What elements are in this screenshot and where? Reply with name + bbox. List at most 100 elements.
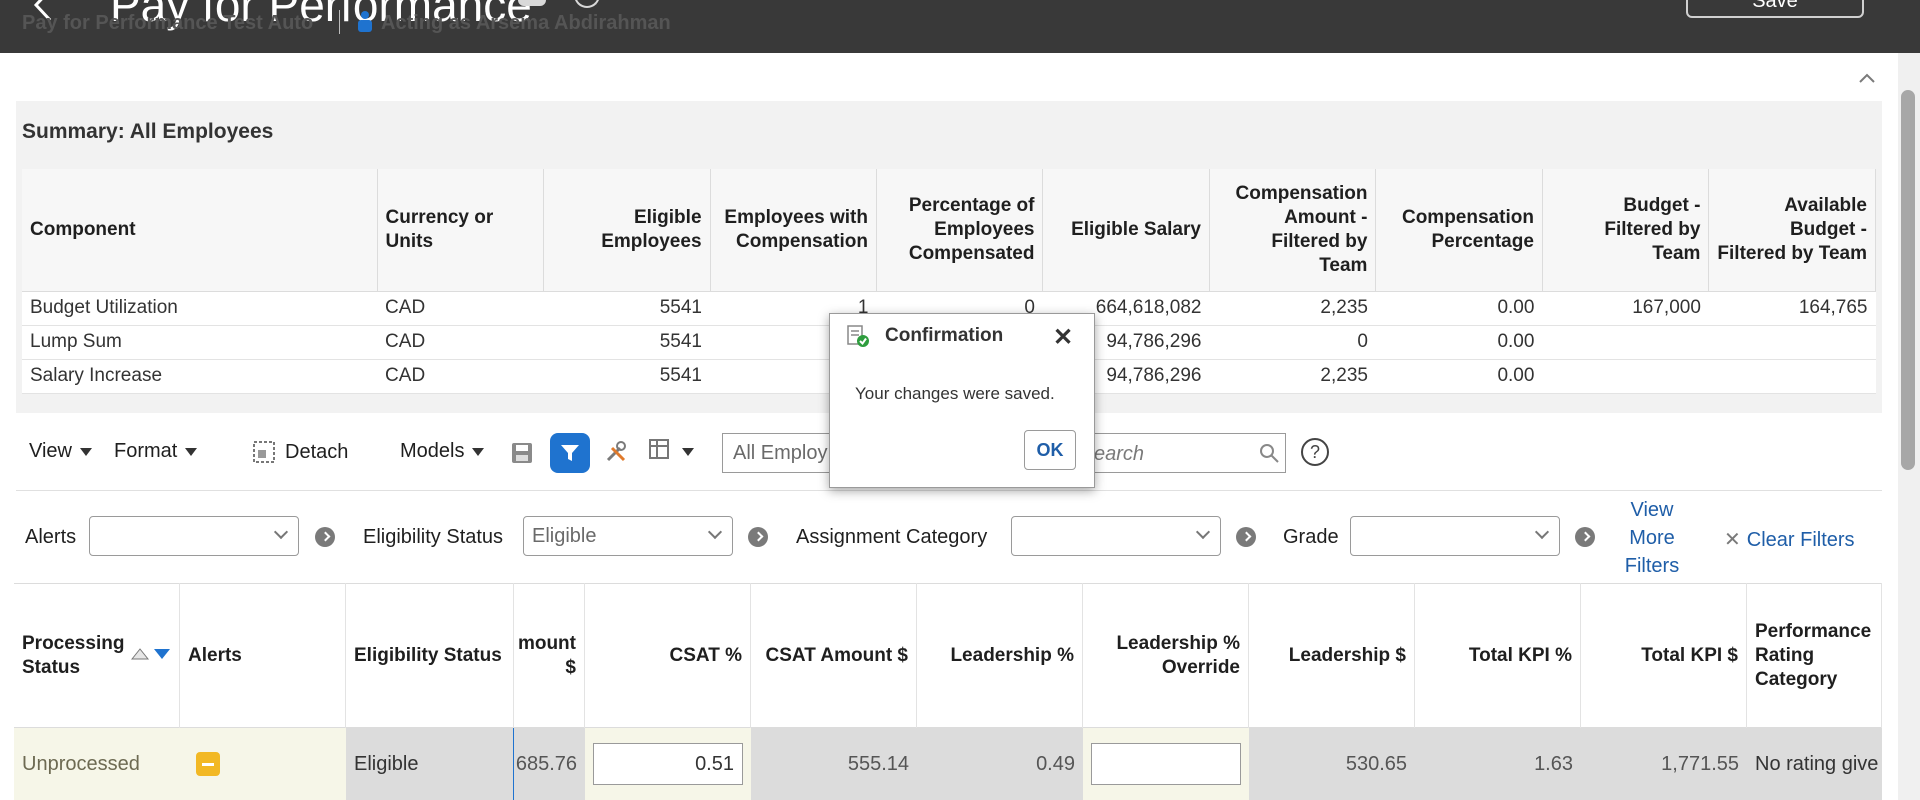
col-comp-amount[interactable]: Compensation Amount - Filtered by Team [1209, 169, 1377, 292]
cell-eligible: 5541 [543, 291, 711, 326]
col-alerts[interactable]: Alerts [180, 583, 346, 728]
format-menu[interactable]: Format [114, 440, 198, 463]
view-more-filters-link[interactable]: View More Filters [1620, 496, 1684, 580]
assignment-filter-select[interactable] [1011, 516, 1221, 556]
dropdown-arrow-icon [80, 447, 92, 456]
chevron-down-icon [273, 524, 289, 540]
col-csat-pct[interactable]: CSAT % [585, 583, 751, 728]
save-button[interactable]: Save [1686, 0, 1864, 18]
col-comp-pct[interactable]: Compensation Percentage [1375, 169, 1543, 292]
col-leadership-amount[interactable]: Leadership $ [1249, 583, 1415, 728]
cell-comp-amount: 2,235 [1209, 291, 1376, 326]
eligibility-filter-select[interactable]: Eligible [523, 516, 733, 556]
clear-filters-label: Clear Filters [1746, 529, 1855, 551]
save-disk-icon[interactable] [510, 441, 534, 465]
cell-currency: CAD [377, 291, 544, 326]
cell-total-kpi-pct: 1.63 [1534, 752, 1573, 775]
close-icon[interactable]: ✕ [1053, 323, 1073, 352]
dialog-title: Confirmation [885, 325, 1004, 346]
apply-alerts-filter-icon[interactable] [315, 527, 335, 547]
cell-available [1708, 325, 1876, 360]
col-performance-rating[interactable]: Performance Rating Category [1747, 583, 1882, 728]
cell-currency: CAD [377, 325, 544, 360]
search-scope-select[interactable]: All Employ [722, 433, 834, 473]
col-eligible-employees[interactable]: Eligible Employees [543, 169, 711, 292]
confirmation-check-icon [847, 325, 869, 347]
eligibility-filter-label: Eligibility Status [363, 526, 504, 548]
col-eligible-salary[interactable]: Eligible Salary [1042, 169, 1210, 292]
detach-icon[interactable] [252, 440, 276, 464]
leadership-override-input[interactable] [1091, 743, 1241, 785]
cell-amount: 685.76 [515, 752, 577, 775]
detach-button[interactable]: Detach [285, 441, 348, 464]
person-icon [358, 11, 372, 32]
cell-leadership-amount: 530.65 [1345, 752, 1407, 775]
tools-icon[interactable] [604, 440, 628, 464]
cell-component: Lump Sum [22, 325, 378, 360]
cell-csat-pct [585, 728, 751, 800]
filter-icon [561, 445, 579, 461]
cell-alerts [180, 728, 346, 800]
col-total-kpi-pct[interactable]: Total KPI % [1415, 583, 1581, 728]
col-leadership-pct[interactable]: Leadership % [917, 583, 1083, 728]
cell-leadership-pct: 0.49 [1036, 752, 1075, 775]
cell-leadership-override [1083, 728, 1249, 800]
ok-button[interactable]: OK [1024, 430, 1076, 470]
cell-eligibility: Eligible [354, 752, 419, 775]
grade-filter-select[interactable] [1350, 516, 1560, 556]
format-menu-label: Format [114, 440, 178, 462]
models-menu[interactable]: Models [400, 440, 485, 463]
chevron-down-icon [1195, 524, 1211, 540]
summary-header-row: Component Currency or Units Eligible Emp… [22, 169, 1876, 292]
clear-filters-button[interactable]: ✕ Clear Filters [1724, 527, 1855, 552]
cell-currency: CAD [377, 359, 544, 394]
plan-name: Pay for Performance Test Auto [22, 12, 314, 34]
col-component[interactable]: Component [22, 169, 378, 292]
apply-eligibility-filter-icon[interactable] [748, 527, 768, 547]
col-budget[interactable]: Budget - Filtered by Team [1542, 169, 1710, 292]
col-processing-status[interactable]: Processing Status [14, 583, 180, 728]
apply-assignment-filter-icon[interactable] [1236, 527, 1256, 547]
help-icon[interactable]: ? [1301, 438, 1329, 466]
collapse-chevron-icon[interactable] [1858, 72, 1876, 84]
col-leadership-override[interactable]: Leadership % Override [1083, 583, 1249, 728]
col-amount[interactable]: mount $ [514, 583, 585, 728]
summary-title: Summary: All Employees [22, 120, 274, 143]
cell-comp-amount: 2,235 [1209, 359, 1376, 394]
col-pct-compensated[interactable]: Percentage of Employees Compensated [876, 169, 1044, 292]
apply-grade-filter-icon[interactable] [1575, 527, 1595, 547]
context-divider [339, 10, 340, 34]
cell-comp-pct: 0.00 [1375, 325, 1543, 360]
sort-icon[interactable] [130, 644, 174, 668]
filter-toggle-button[interactable] [550, 433, 590, 473]
cell-eligible: 5541 [543, 325, 711, 360]
help-icon[interactable] [574, 0, 600, 8]
view-menu[interactable]: View [29, 440, 92, 463]
available-budget-link[interactable]: 164,765 [1708, 291, 1876, 326]
cell-processing-status: Unprocessed [14, 728, 180, 800]
table-settings-icon[interactable] [648, 438, 672, 462]
models-menu-label: Models [400, 440, 465, 462]
cell-budget: 167,000 [1542, 291, 1709, 326]
col-eligibility-status[interactable]: Eligibility Status [346, 583, 514, 728]
cell-eligible: 5541 [543, 359, 711, 394]
col-csat-amount[interactable]: CSAT Amount $ [751, 583, 917, 728]
col-available-budget[interactable]: Available Budget - Filtered by Team [1708, 169, 1876, 292]
info-tag-icon[interactable] [518, 0, 546, 6]
alert-warning-icon[interactable] [196, 752, 220, 776]
cell-budget [1542, 359, 1709, 394]
csat-pct-input[interactable] [593, 743, 743, 785]
cell-component: Salary Increase [22, 359, 378, 394]
cell-comp-pct: 0.00 [1375, 291, 1543, 326]
search-icon[interactable] [1258, 442, 1280, 464]
eligibility-filter-value: Eligible [532, 525, 597, 547]
col-total-kpi-amount[interactable]: Total KPI $ [1581, 583, 1747, 728]
search-input[interactable]: earch [1092, 433, 1286, 473]
col-employees-with-comp[interactable]: Employees with Compensation [710, 169, 878, 292]
alerts-filter-select[interactable] [89, 516, 299, 556]
dropdown-arrow-icon[interactable] [682, 448, 694, 456]
context-bar [0, 53, 1900, 101]
close-icon: ✕ [1724, 529, 1741, 551]
scrollbar-thumb[interactable] [1901, 90, 1915, 470]
col-currency[interactable]: Currency or Units [377, 169, 545, 292]
